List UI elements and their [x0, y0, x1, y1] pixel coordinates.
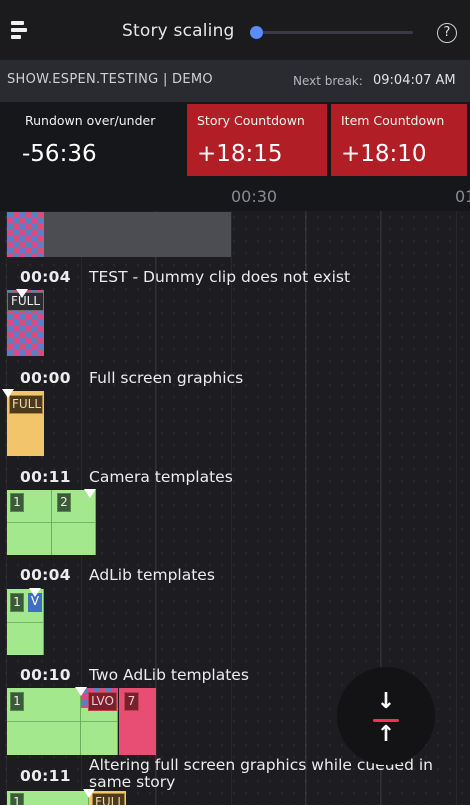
story-countdown-value: +18:15 — [197, 141, 283, 167]
story-duration: 00:04 — [20, 268, 71, 286]
item-countdown-label: Item Countdown — [341, 113, 445, 128]
story-duration: 00:04 — [20, 566, 71, 584]
next-break-label: Next break: — [293, 74, 363, 88]
full-tag: FULL — [92, 793, 125, 805]
story-title[interactable]: TEST - Dummy clip does not exist — [89, 268, 350, 286]
graphics-tag: 7 — [124, 692, 139, 711]
cue-marker-icon — [84, 489, 96, 498]
story-scaling-label: Story scaling — [122, 21, 235, 41]
story-countdown-label: Story Countdown — [197, 113, 305, 128]
ruler-tick-label: 00:30 — [231, 187, 278, 206]
lvo-tag: LVO — [88, 692, 117, 711]
story-title[interactable]: Two AdLib templates — [89, 666, 249, 684]
story-duration: 00:10 — [20, 666, 71, 684]
story-duration: 00:00 — [20, 369, 71, 387]
ruler-tick-label: 01 — [455, 187, 470, 206]
help-icon[interactable]: ? — [437, 23, 457, 43]
story-duration: 00:11 — [20, 767, 71, 785]
story-title[interactable]: AdLib templates — [89, 566, 215, 584]
cue-marker-icon — [16, 289, 28, 298]
next-break-value: 09:04:07 AM — [373, 73, 456, 88]
arrow-up-icon: ↑ — [376, 722, 396, 747]
cue-marker-icon — [83, 789, 95, 798]
story-title[interactable]: Camera templates — [89, 468, 233, 486]
menu-icon[interactable] — [11, 21, 27, 41]
camera-tag: 1 — [10, 692, 24, 711]
item-countdown-value: +18:10 — [341, 141, 427, 167]
camera-tag: 1 — [10, 493, 24, 512]
cue-marker-icon — [75, 687, 87, 696]
top-bar — [0, 0, 470, 60]
scroll-to-current-button[interactable] — [337, 667, 435, 765]
story-part-block[interactable] — [7, 212, 44, 257]
story-countdown-panel: Story Countdown +18:15 — [187, 104, 327, 176]
camera-tag: 1 — [10, 793, 24, 805]
story-duration-bar — [44, 212, 231, 257]
rundown-over-under-value: -56:36 — [22, 141, 97, 167]
show-name: SHOW.ESPEN.TESTING | DEMO — [7, 72, 213, 87]
item-countdown-panel: Item Countdown +18:10 — [331, 104, 467, 176]
cue-marker-icon — [29, 588, 41, 597]
story-scaling-slider[interactable] — [255, 31, 413, 34]
full-tag: FULL — [9, 395, 43, 414]
rundown-over-under-label: Rundown over/under — [25, 113, 156, 128]
story-scaling-slider-knob[interactable] — [250, 26, 263, 39]
story-duration: 00:11 — [20, 468, 71, 486]
story-title[interactable]: Full screen graphics — [89, 369, 243, 387]
camera-tag: 2 — [57, 493, 71, 512]
cue-marker-icon — [2, 389, 14, 398]
story-title[interactable]: Altering full screen graphics while cueu… — [89, 757, 459, 791]
arrow-down-icon: ↓ — [376, 689, 396, 714]
rundown-over-under-panel: Rundown over/under -56:36 — [16, 104, 184, 176]
camera-tag: 1 — [10, 593, 24, 612]
